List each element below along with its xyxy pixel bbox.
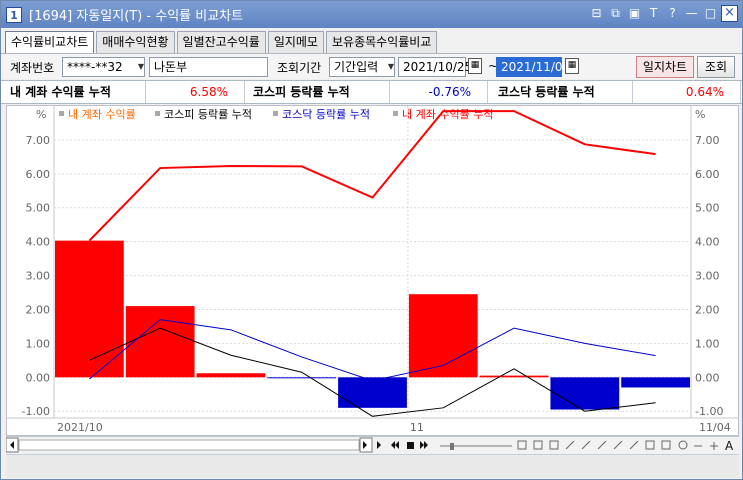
x-tick-label: 2021/10 <box>57 421 103 434</box>
bar-mark <box>196 373 266 378</box>
legend-marker <box>59 111 64 116</box>
tab-bar: 수익률비교차트 매매수익현황 일별잔고수익률 일지메모 보유종목수익률비교 <box>5 31 439 54</box>
query-toolbar: 계좌번호 ****-**32 ▼ 나돈부 조회기간 기간입력 ▼ 2021/10… <box>1 53 742 79</box>
scroll-track[interactable] <box>18 439 360 451</box>
x-tick-label: 11/04 <box>699 421 731 434</box>
period-label: 조회기간 <box>277 61 322 75</box>
close-icon[interactable]: × <box>721 5 738 22</box>
copy-window-icon[interactable]: ⧉ <box>607 5 624 22</box>
y-tick-label-left: 4.00 <box>26 236 51 249</box>
account-dropdown-icon[interactable]: ▼ <box>135 58 147 76</box>
stop-icon[interactable] <box>407 442 414 449</box>
chart-svg: % % 내 계좌 수익률 코스피 등락률 누적 코스닥 등락률 누적 내 계좌 수익률… <box>7 106 738 434</box>
x-tick-label: 11 <box>410 421 424 434</box>
account-label: 계좌번호 <box>10 61 55 75</box>
journal-chart-button[interactable]: 일지차트 <box>636 56 694 78</box>
y-unit-right: % <box>695 108 705 121</box>
rewind-icon[interactable] <box>391 441 399 449</box>
main-window: 1 [1694] 자동일지(T) - 수익률 비교차트 ⊟ ⧉ ▣ T ? — … <box>0 0 743 480</box>
chart-navigation-bar: A <box>6 436 739 453</box>
minimize-panel-icon[interactable]: ⊟ <box>588 5 605 22</box>
tab-daily-balance-return[interactable]: 일별잔고수익률 <box>176 31 266 53</box>
y-unit-left: % <box>36 108 46 121</box>
y-tick-label-right: 0.00 <box>695 371 720 384</box>
bar-mark <box>479 375 549 378</box>
y-tick-label-left: 1.00 <box>26 337 51 350</box>
kosdaq-change-value: 0.64% <box>633 81 741 103</box>
title-bar: 1 [1694] 자동일지(T) - 수익률 비교차트 ⊟ ⧉ ▣ T ? — … <box>1 1 742 28</box>
y-tick-label-left: 7.00 <box>26 134 51 147</box>
y-tick-label-left: 3.00 <box>26 270 51 283</box>
y-tick-label-right: -1.00 <box>695 405 723 418</box>
status-bar <box>6 454 739 478</box>
legend-entry: 내 계좌 수익률 <box>68 108 136 121</box>
end-date-field[interactable]: 2021/11/04 <box>496 57 570 77</box>
y-tick-label-left: 0.00 <box>26 371 51 384</box>
bar-mark <box>267 377 337 379</box>
stay-on-top-icon[interactable]: ▣ <box>626 5 643 22</box>
y-tick-label-right: 4.00 <box>695 236 720 249</box>
period-mode-dropdown-icon[interactable]: ▼ <box>385 58 397 76</box>
y-tick-label-left: -1.00 <box>22 405 50 418</box>
y-tick-label-right: 3.00 <box>695 270 720 283</box>
end-calendar-icon[interactable]: ▦ <box>565 58 579 74</box>
y-tick-label-right: 6.00 <box>695 168 720 181</box>
navigation-controls: A <box>6 437 734 453</box>
help-icon[interactable]: ? <box>664 5 681 22</box>
play-icon[interactable] <box>377 441 381 449</box>
start-date-field[interactable]: 2021/10/25 <box>398 57 472 77</box>
zoom-slider-handle[interactable] <box>450 443 454 450</box>
query-button[interactable]: 조회 <box>697 56 735 78</box>
tab-return-comparison-chart[interactable]: 수익률비교차트 <box>5 31 95 54</box>
kospi-change-label: 코스피 등락률 누적 <box>245 81 390 103</box>
text-tool-icon[interactable]: A <box>725 439 734 453</box>
chart-tools-icons[interactable] <box>517 440 718 450</box>
kospi-change-value: -0.76% <box>390 81 488 103</box>
window-number-icon: 1 <box>6 6 22 23</box>
tab-holding-return-comparison[interactable]: 보유종목수익률비교 <box>325 31 438 53</box>
account-name-field[interactable]: 나돈부 <box>149 57 268 77</box>
kosdaq-change-label: 코스닥 등락률 누적 <box>488 81 633 103</box>
y-tick-label-right: 2.00 <box>695 303 720 316</box>
legend-entry: 코스닥 등락률 누적 <box>282 108 370 121</box>
bar-mark <box>125 306 195 378</box>
y-tick-label-right: 1.00 <box>695 337 720 350</box>
bar-mark <box>338 377 407 408</box>
my-account-return-value: 6.58% <box>146 81 245 103</box>
minimize-icon[interactable]: — <box>683 5 700 22</box>
legend-entry: 코스피 등락률 누적 <box>164 108 252 121</box>
bar-mark <box>550 377 620 410</box>
my-account-return-label: 내 계좌 수익률 누적 <box>1 81 146 103</box>
tab-journal-memo[interactable]: 일지메모 <box>267 31 324 53</box>
maximize-icon[interactable]: □ <box>702 5 719 22</box>
y-tick-label-left: 5.00 <box>26 202 51 215</box>
summary-bar: 내 계좌 수익률 누적 6.58% 코스피 등락률 누적 -0.76% 코스닥 … <box>1 80 742 104</box>
y-tick-label-left: 6.00 <box>26 168 51 181</box>
legend-marker <box>393 111 398 116</box>
window-title: [1694] 자동일지(T) - 수익률 비교차트 <box>29 9 244 24</box>
tab-trading-profit-status[interactable]: 매매수익현황 <box>96 31 175 53</box>
account-number-field[interactable]: ****-**32 <box>62 57 145 77</box>
start-calendar-icon[interactable]: ▦ <box>468 58 482 74</box>
bar-mark <box>408 294 478 378</box>
bar-mark <box>621 377 690 388</box>
y-tick-label-left: 2.00 <box>26 303 51 316</box>
y-tick-label-right: 5.00 <box>695 202 720 215</box>
fast-forward-icon[interactable] <box>420 441 428 449</box>
legend-entry: 내 계좌 수익률 누적 <box>402 108 493 121</box>
title-tools: ⊟ ⧉ ▣ T ? — □ × <box>588 5 738 22</box>
legend-marker <box>273 111 278 116</box>
x-axis-labels: 2021/10 11 11/04 <box>57 421 731 434</box>
y-tick-label-right: 7.00 <box>695 134 720 147</box>
text-size-icon[interactable]: T <box>645 5 662 22</box>
return-comparison-chart: % % 내 계좌 수익률 코스피 등락률 누적 코스닥 등락률 누적 내 계좌 수익률… <box>6 105 739 436</box>
legend-marker <box>155 111 160 116</box>
bar-mark <box>55 240 124 378</box>
